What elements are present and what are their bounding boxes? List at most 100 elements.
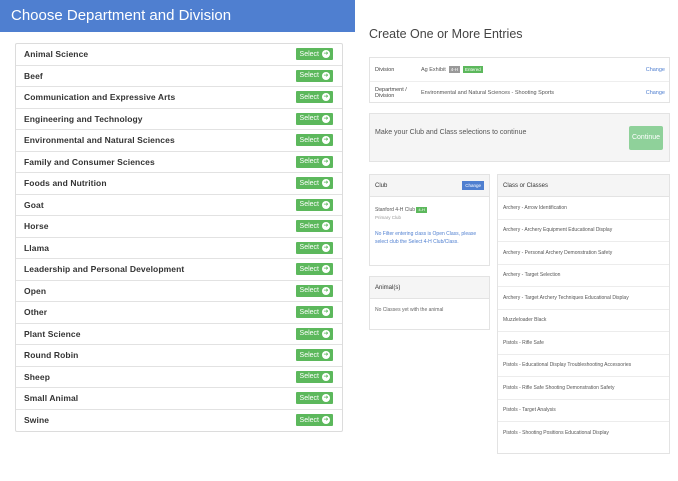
selection-summary: Division Ag Exhibit 4-H Entered Change D… bbox=[369, 57, 670, 103]
arrow-right-icon: ➜ bbox=[322, 416, 330, 425]
club-name-text: Stanford 4-H Club bbox=[375, 207, 416, 213]
class-option[interactable]: Pistols - Educational Display Troublesho… bbox=[498, 355, 669, 377]
department-name: Other bbox=[24, 307, 48, 318]
select-button[interactable]: Select ➜ bbox=[295, 198, 333, 211]
select-button[interactable]: Select ➜ bbox=[295, 349, 333, 362]
change-department-link[interactable]: Change bbox=[646, 90, 665, 96]
select-button-label: Select bbox=[299, 265, 319, 273]
department-name: Animal Science bbox=[24, 49, 89, 60]
club-note-link[interactable]: No Filter entering class is Open Class, … bbox=[375, 231, 484, 246]
select-button-label: Select bbox=[299, 179, 319, 187]
department-row: Environmental and Natural Sciences Select… bbox=[16, 130, 342, 152]
animals-empty-text: No Classes yet with the animal bbox=[375, 307, 444, 313]
select-button-label: Select bbox=[299, 244, 319, 252]
select-button[interactable]: Select ➜ bbox=[295, 91, 333, 104]
select-button[interactable]: Select ➜ bbox=[295, 220, 333, 233]
department-name: Leadership and Personal Development bbox=[24, 264, 185, 275]
department-name: Goat bbox=[24, 199, 44, 210]
club-tag: 4-H bbox=[416, 207, 427, 213]
change-division-link[interactable]: Change bbox=[646, 67, 665, 73]
club-body: Stanford 4-H Club 4-H Primary Club No Fi… bbox=[370, 197, 489, 256]
change-club-button[interactable]: Change bbox=[462, 181, 484, 190]
continue-instructions: Make your Club and Class selections to c… bbox=[375, 129, 527, 136]
select-button-label: Select bbox=[299, 222, 319, 230]
arrow-right-icon: ➜ bbox=[322, 351, 330, 360]
select-button[interactable]: Select ➜ bbox=[295, 112, 333, 125]
department-name: Environmental and Natural Sciences bbox=[24, 135, 175, 146]
arrow-right-icon: ➜ bbox=[322, 136, 330, 145]
class-option[interactable]: Pistols - Rifle Safe bbox=[498, 332, 669, 355]
department-name: Family and Consumer Sciences bbox=[24, 156, 155, 167]
arrow-right-icon: ➜ bbox=[322, 265, 330, 274]
department-row: Engineering and Technology Select ➜ bbox=[16, 109, 342, 130]
arrow-right-icon: ➜ bbox=[322, 222, 330, 231]
select-button-label: Select bbox=[299, 287, 319, 295]
class-option[interactable]: Archery - Arrow Identification bbox=[498, 197, 669, 220]
classes-panel: Class or Classes Archery - Arrow Identif… bbox=[497, 174, 670, 454]
class-option[interactable]: Pistols - Shooting Positions Educational… bbox=[498, 422, 669, 445]
class-list: Archery - Arrow Identification Archery - … bbox=[498, 197, 669, 445]
department-row: Family and Consumer Sciences Select ➜ bbox=[16, 152, 342, 173]
select-button[interactable]: Select ➜ bbox=[295, 284, 333, 297]
arrow-right-icon: ➜ bbox=[322, 114, 330, 123]
class-option[interactable]: Pistols - Target Analysis bbox=[498, 400, 669, 422]
division-row: Division Ag Exhibit 4-H Entered Change bbox=[370, 58, 669, 81]
department-list: Animal Science Select ➜ Beef Select ➜ Communic… bbox=[15, 43, 343, 432]
class-option[interactable]: Muzzleloader Black bbox=[498, 310, 669, 332]
entries-title: Create One or More Entries bbox=[369, 27, 523, 41]
continue-button[interactable]: Continue bbox=[629, 126, 663, 150]
department-row: Communication and Expressive Arts Select ➜ bbox=[16, 87, 342, 109]
page-header: Choose Department and Division bbox=[0, 0, 355, 32]
select-button-label: Select bbox=[299, 394, 319, 402]
animals-title: Animal(s) bbox=[370, 277, 489, 299]
class-option[interactable]: Archery - Personal Archery Demonstration… bbox=[498, 242, 669, 265]
select-button-label: Select bbox=[299, 93, 319, 101]
select-button[interactable]: Select ➜ bbox=[295, 48, 333, 61]
class-option[interactable]: Archery - Target Archery Techniques Educ… bbox=[498, 287, 669, 310]
department-row: Foods and Nutrition Select ➜ bbox=[16, 173, 342, 195]
class-option[interactable]: Archery - Target Selection bbox=[498, 265, 669, 287]
select-button[interactable]: Select ➜ bbox=[295, 134, 333, 147]
department-row: Llama Select ➜ bbox=[16, 238, 342, 259]
department-row: Other Select ➜ bbox=[16, 302, 342, 324]
animals-panel: Animal(s) No Classes yet with the animal bbox=[369, 276, 490, 330]
department-row: Beef Select ➜ bbox=[16, 66, 342, 87]
arrow-right-icon: ➜ bbox=[322, 71, 330, 80]
arrow-right-icon: ➜ bbox=[322, 157, 330, 166]
division-tag-green: Entered bbox=[463, 66, 483, 73]
club-primary: Primary Club bbox=[375, 214, 402, 220]
select-button-label: Select bbox=[299, 72, 319, 80]
department-name: Small Animal bbox=[24, 393, 79, 404]
continue-panel: Make your Club and Class selections to c… bbox=[369, 113, 670, 162]
select-button-label: Select bbox=[299, 201, 319, 209]
select-button[interactable]: Select ➜ bbox=[295, 306, 333, 319]
select-button-label: Select bbox=[299, 136, 319, 144]
select-button[interactable]: Select ➜ bbox=[295, 177, 333, 190]
department-name: Foods and Nutrition bbox=[24, 178, 107, 189]
select-button[interactable]: Select ➜ bbox=[295, 414, 333, 427]
department-row: Department / Division Environmental and … bbox=[370, 81, 669, 104]
class-option[interactable]: Pistols - Rifle Safe Shooting Demonstrat… bbox=[498, 377, 669, 400]
select-button[interactable]: Select ➜ bbox=[295, 327, 333, 340]
club-header: Club Change bbox=[370, 175, 489, 197]
division-label: Division bbox=[375, 66, 395, 73]
select-button-label: Select bbox=[299, 373, 319, 381]
select-button[interactable]: Select ➜ bbox=[295, 392, 333, 405]
arrow-right-icon: ➜ bbox=[322, 243, 330, 252]
select-button[interactable]: Select ➜ bbox=[295, 69, 333, 82]
club-title: Club bbox=[375, 182, 388, 189]
select-button[interactable]: Select ➜ bbox=[295, 241, 333, 254]
department-row: Open Select ➜ bbox=[16, 281, 342, 302]
department-name: Communication and Expressive Arts bbox=[24, 92, 176, 103]
department-row: Horse Select ➜ bbox=[16, 216, 342, 238]
select-button[interactable]: Select ➜ bbox=[295, 155, 333, 168]
department-row: Swine Select ➜ bbox=[16, 410, 342, 432]
class-option[interactable]: Archery - Archery Equipment Educational … bbox=[498, 220, 669, 242]
select-button-label: Select bbox=[299, 330, 319, 338]
select-button[interactable]: Select ➜ bbox=[295, 263, 333, 276]
department-name: Plant Science bbox=[24, 328, 81, 339]
arrow-right-icon: ➜ bbox=[322, 286, 330, 295]
arrow-right-icon: ➜ bbox=[322, 329, 330, 338]
department-row: Round Robin Select ➜ bbox=[16, 345, 342, 367]
select-button[interactable]: Select ➜ bbox=[295, 370, 333, 383]
